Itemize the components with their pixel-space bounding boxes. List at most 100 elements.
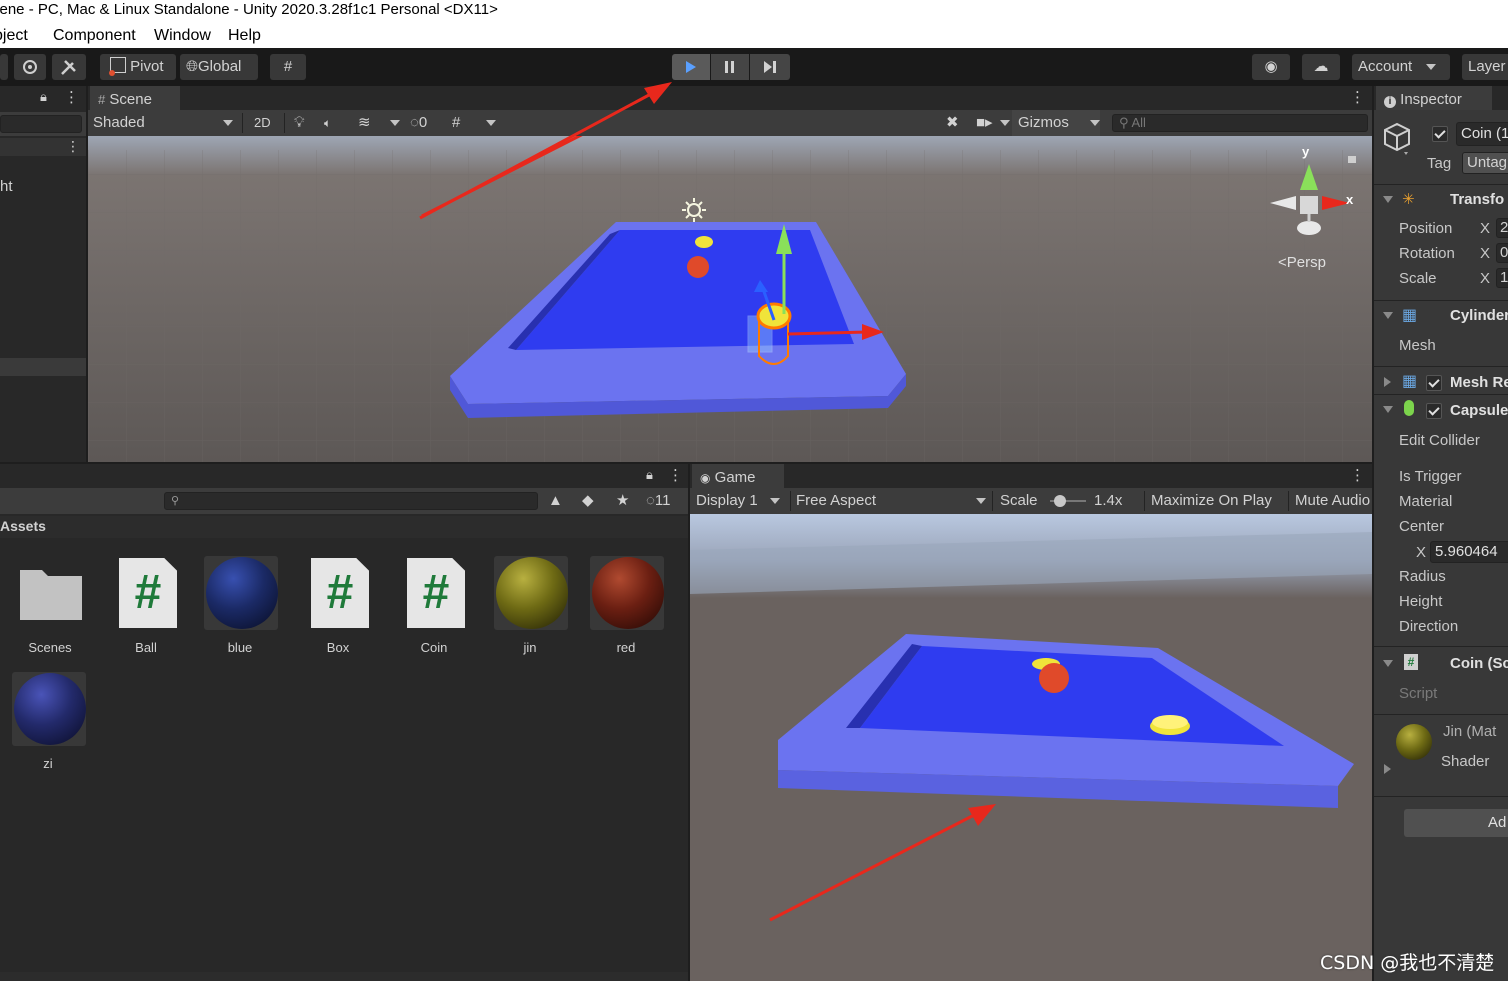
coin-script-header[interactable]: Coin (Sc (1450, 655, 1508, 672)
scale-label[interactable]: Scale (1399, 270, 1437, 287)
height-label[interactable]: Height (1399, 593, 1442, 610)
project-hidden-count: 11 (654, 492, 671, 509)
mesh-renderer-header[interactable]: Mesh Re (1450, 374, 1508, 391)
lock-icon[interactable]: 🔒︎ (40, 89, 47, 105)
filter-label-icon[interactable]: ◆ (582, 488, 594, 514)
transform-header[interactable]: Transfo (1450, 191, 1504, 208)
menu-help[interactable]: Help (228, 24, 261, 48)
tab-scene[interactable]: # Scene (90, 86, 180, 110)
lock-icon[interactable]: 🔒︎ (646, 467, 653, 483)
more-icon[interactable]: ⋮ (64, 88, 79, 106)
rotation-x-field[interactable]: 0 (1496, 243, 1508, 263)
account-dropdown[interactable]: Account (1352, 54, 1450, 80)
capsule-collider-header[interactable]: Capsule (1450, 402, 1508, 419)
layers-label: Layer (1468, 58, 1506, 75)
favorite-icon[interactable]: ★ (616, 488, 629, 514)
asset-label: zi (43, 756, 53, 771)
chevron-down-icon[interactable] (390, 120, 400, 126)
mute-audio-toggle[interactable]: Mute Audio (1295, 488, 1370, 514)
hidden-packages-toggle[interactable]: ◌11 (646, 488, 671, 514)
asset-label: Scenes (28, 640, 72, 655)
scene-more-icon[interactable]: ⋮ (1350, 88, 1365, 106)
audio-icon[interactable]: 🔈︎ (324, 110, 331, 136)
pivot-button[interactable]: Pivot (100, 54, 176, 80)
shading-dropdown[interactable]: Shaded (93, 110, 235, 136)
mode-2d-toggle[interactable]: 2D (254, 110, 271, 136)
shader-label[interactable]: Shader (1441, 753, 1489, 770)
menu-gameobject[interactable]: bject (0, 24, 28, 48)
center-label[interactable]: Center (1399, 518, 1444, 535)
material-label[interactable]: Material (1399, 493, 1452, 510)
display-label: Display 1 (696, 492, 758, 509)
scale-slider-handle[interactable] (1054, 495, 1066, 507)
mesh-label[interactable]: Mesh (1399, 337, 1436, 354)
foldout-collapsed-icon[interactable] (1384, 377, 1391, 387)
direction-label[interactable]: Direction (1399, 618, 1458, 635)
object-name-field[interactable]: Coin (1 (1456, 122, 1508, 146)
foldout-icon[interactable] (1383, 196, 1393, 203)
collab-button[interactable]: ◉ (1252, 54, 1290, 80)
add-component-button[interactable]: Ad (1404, 809, 1508, 837)
chevron-down-icon[interactable] (1000, 120, 1010, 126)
effects-icon[interactable]: ≋ (358, 110, 371, 136)
center-x-field[interactable]: 5.960464 (1430, 541, 1508, 563)
game-viewport[interactable] (690, 514, 1372, 981)
projection-label[interactable]: <Persp (1278, 254, 1326, 271)
scene-row[interactable]: ⋮ (0, 138, 86, 156)
gizmos-dropdown[interactable]: Gizmos (1012, 110, 1100, 136)
radius-label[interactable]: Radius (1399, 568, 1446, 585)
hierarchy-selected-row[interactable] (0, 358, 86, 376)
more-icon[interactable]: ⋮ (1350, 466, 1365, 484)
tag-label: Tag (1427, 155, 1452, 172)
tab-game[interactable]: ◉ Game (692, 464, 784, 488)
scale-slider[interactable] (1050, 495, 1086, 507)
is-trigger-label[interactable]: Is Trigger (1399, 468, 1462, 485)
lock-icon[interactable] (1348, 156, 1356, 163)
more-icon[interactable]: ⋮ (668, 466, 683, 484)
material-name[interactable]: Jin (Mat (1443, 723, 1496, 740)
tools-icon[interactable]: ✖ (946, 110, 959, 136)
chevron-down-icon[interactable] (1090, 120, 1100, 126)
scene-more-icon[interactable]: ⋮ (66, 138, 80, 155)
menu-component[interactable]: Component (53, 24, 136, 48)
pause-button[interactable] (711, 54, 749, 80)
layers-dropdown[interactable]: Layer (1462, 54, 1508, 80)
tab-inspector[interactable]: i Inspector (1376, 86, 1492, 110)
material-sphere-icon (14, 673, 86, 745)
cloud-button[interactable]: ☁ (1302, 54, 1340, 80)
mesh-renderer-checkbox[interactable] (1426, 375, 1442, 391)
script-icon: # (1404, 654, 1418, 670)
foldout-icon[interactable] (1383, 312, 1393, 319)
scene-search-input[interactable]: ⚲ All (1112, 114, 1368, 132)
snap-button[interactable]: # (270, 54, 306, 80)
tag-dropdown[interactable]: Untag (1462, 152, 1508, 174)
edit-collider-button[interactable]: Edit Collider (1399, 432, 1480, 449)
lighting-icon[interactable]: 💡︎ (294, 110, 305, 136)
global-button[interactable]: 🌐︎Global (180, 54, 258, 80)
rotation-label[interactable]: Rotation (1399, 245, 1455, 262)
rect-tool-button[interactable] (14, 54, 46, 80)
maximize-on-play-toggle[interactable]: Maximize On Play (1151, 488, 1272, 514)
camera-icon[interactable]: ■▸ (976, 110, 993, 136)
tool-partial[interactable] (0, 54, 8, 80)
capsule-collider-checkbox[interactable] (1426, 403, 1442, 419)
menu-window[interactable]: Window (154, 24, 211, 48)
position-x-field[interactable]: 2 (1496, 218, 1508, 238)
hierarchy-item-light[interactable]: ht (0, 178, 13, 195)
position-label[interactable]: Position (1399, 220, 1452, 237)
foldout-collapsed-icon[interactable] (1384, 764, 1391, 774)
hierarchy-search[interactable] (0, 115, 82, 133)
filter-type-icon[interactable]: ▲ (548, 488, 563, 514)
scene-viewport[interactable]: y x <Persp (88, 136, 1372, 462)
mesh-filter-header[interactable]: Cylinder (1450, 307, 1508, 324)
custom-tool-button[interactable] (52, 54, 86, 80)
step-button[interactable] (750, 54, 790, 80)
foldout-icon[interactable] (1383, 406, 1393, 413)
aspect-dropdown[interactable]: Free Aspect (796, 488, 988, 514)
active-checkbox[interactable] (1432, 126, 1448, 142)
display-dropdown[interactable]: Display 1 (696, 488, 790, 514)
breadcrumb-assets[interactable]: Assets (0, 518, 46, 534)
project-search-input[interactable]: ⚲ (164, 492, 538, 510)
scale-x-field[interactable]: 1 (1496, 268, 1508, 288)
foldout-icon[interactable] (1383, 660, 1393, 667)
